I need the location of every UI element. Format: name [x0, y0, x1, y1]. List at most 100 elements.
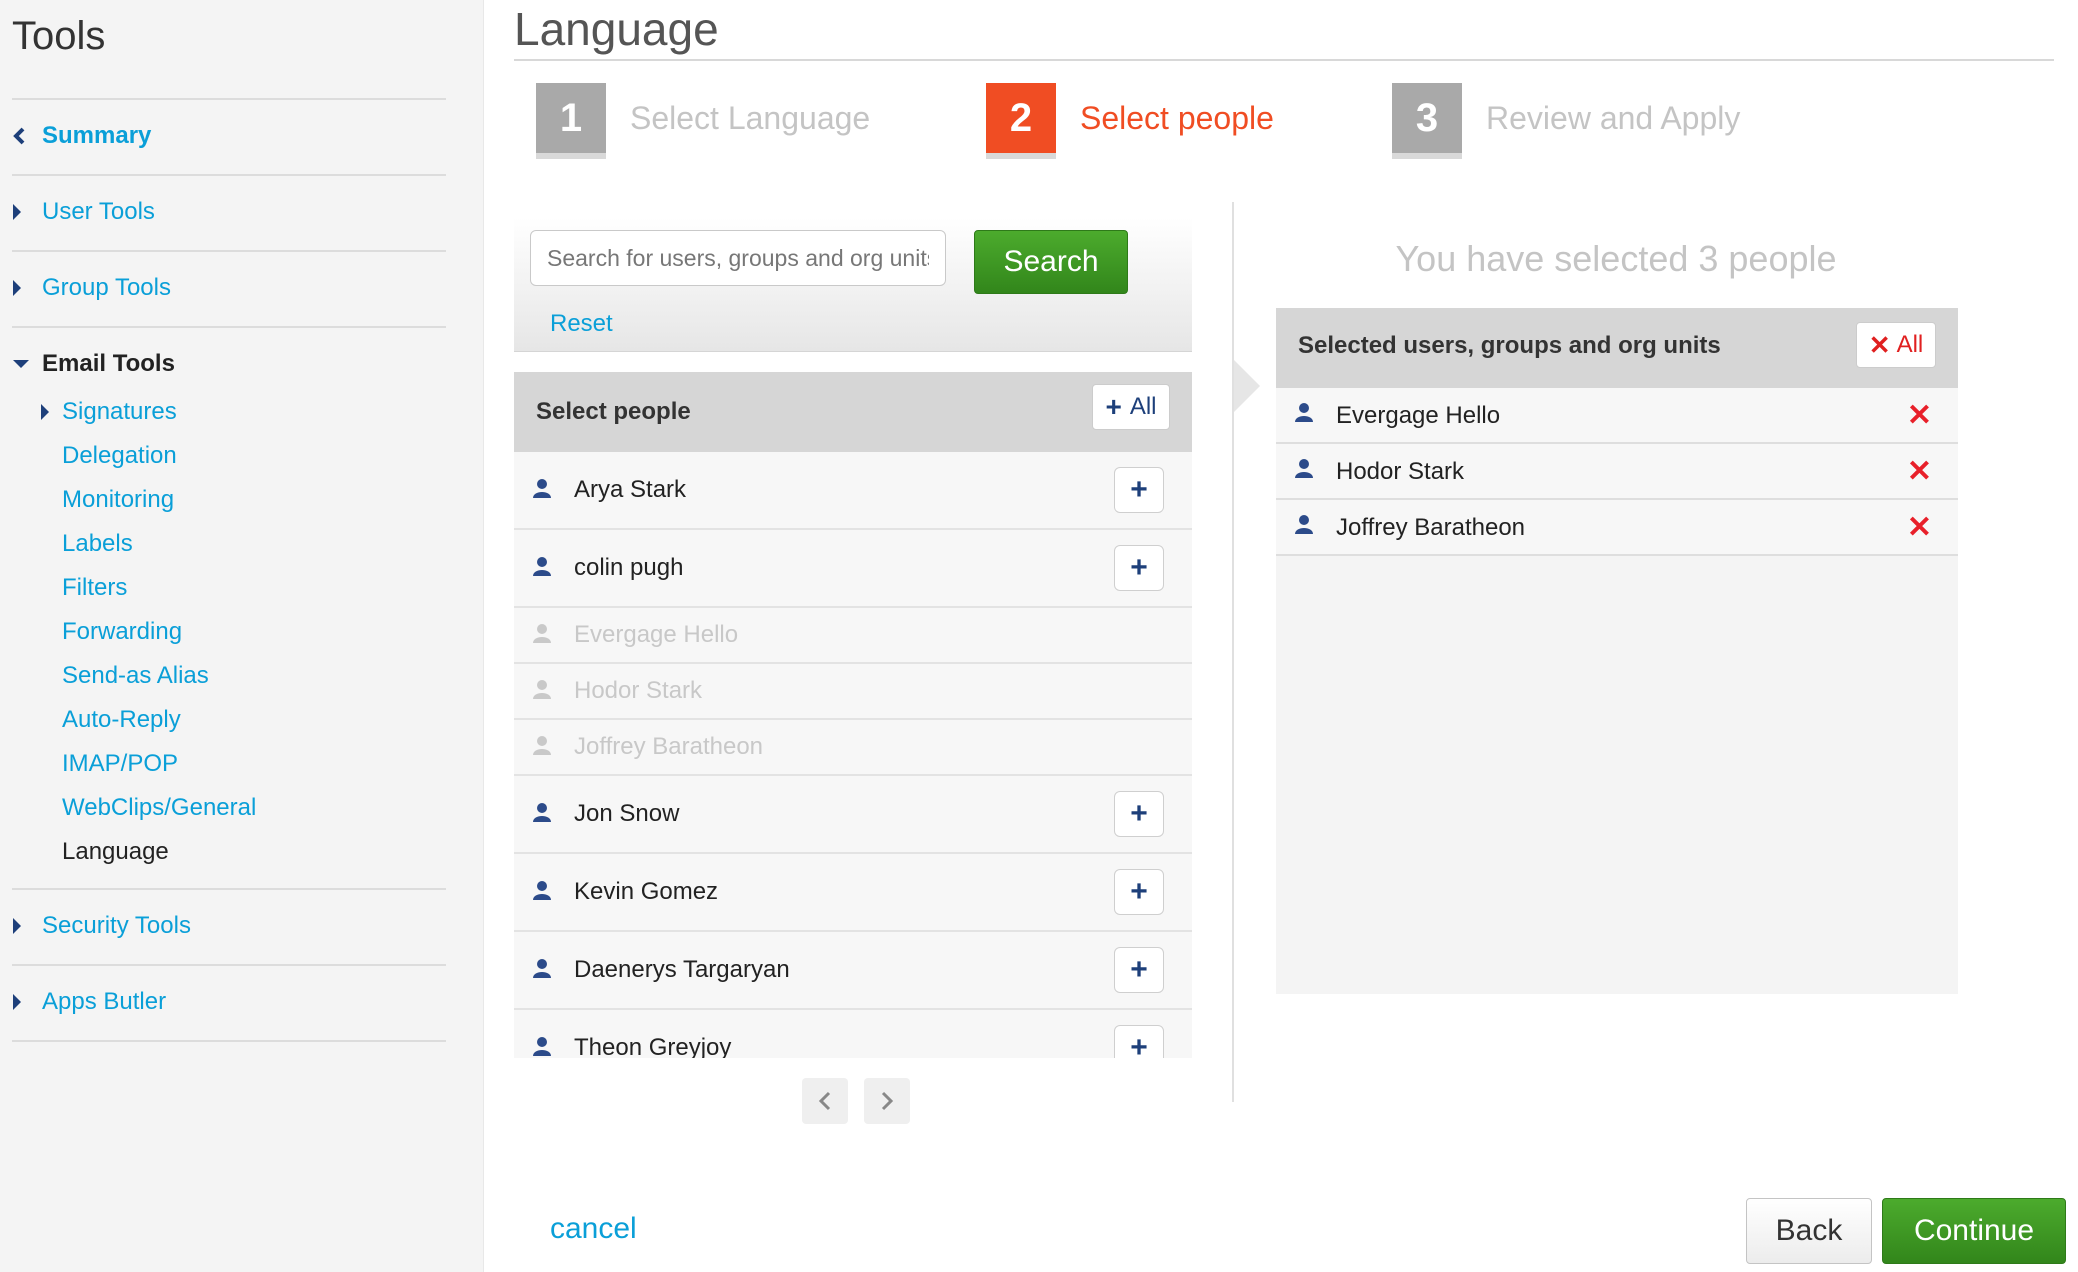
list-item: Joffrey Baratheon: [514, 720, 1192, 776]
sidebar-item-label: Apps Butler: [42, 988, 167, 1015]
person-name: Evergage Hello: [574, 621, 739, 648]
add-person-button[interactable]: +: [1114, 1025, 1164, 1058]
add-person-button[interactable]: +: [1114, 947, 1164, 993]
sidebar-item-label: Security Tools: [42, 912, 191, 939]
user-icon: [1294, 458, 1314, 483]
people-list: Arya Stark + colin pugh + Evergage Hello…: [514, 452, 1192, 1058]
sidebar-item-forwarding[interactable]: Forwarding: [62, 615, 182, 649]
selected-person-name: Joffrey Baratheon: [1336, 514, 1526, 541]
people-list-header: Select people + All: [514, 372, 1192, 452]
list-item: Joffrey Baratheon ✕: [1276, 500, 1958, 556]
person-name: colin pugh: [574, 554, 684, 581]
sidebar-item-label: Group Tools: [42, 274, 171, 301]
user-icon: [532, 735, 552, 760]
add-all-button[interactable]: + All: [1092, 384, 1170, 430]
list-item: Evergage Hello: [514, 608, 1192, 664]
person-name: Joffrey Baratheon: [574, 733, 764, 760]
selected-panel: Selected users, groups and org units ✕ A…: [1276, 308, 1958, 994]
caret-right-icon: [40, 403, 62, 421]
reset-link[interactable]: Reset: [550, 310, 613, 338]
remove-all-button[interactable]: ✕ All: [1856, 322, 1936, 368]
remove-person-button[interactable]: ✕: [1907, 510, 1932, 545]
search-button[interactable]: Search: [974, 230, 1128, 294]
sidebar-item-language[interactable]: Language: [62, 835, 169, 869]
user-icon: [532, 880, 552, 905]
step-label: Select Language: [630, 99, 871, 136]
person-name: Jon Snow: [574, 800, 680, 827]
sidebar-item-filters[interactable]: Filters: [62, 571, 127, 605]
chevron-left-icon: [818, 1091, 831, 1111]
remove-person-button[interactable]: ✕: [1907, 454, 1932, 489]
selected-person-name: Hodor Stark: [1336, 458, 1465, 485]
add-person-button[interactable]: +: [1114, 467, 1164, 513]
sidebar-item-security-tools[interactable]: Security Tools: [12, 908, 191, 944]
chevron-left-icon: [12, 127, 42, 145]
selected-panel-title: Selected users, groups and org units: [1298, 332, 1721, 359]
list-item: Daenerys Targaryan +: [514, 932, 1192, 1010]
list-item: Theon Greyjoy +: [514, 1010, 1192, 1058]
previous-page-button[interactable]: [802, 1078, 848, 1124]
chevron-right-icon: [881, 1091, 894, 1111]
user-icon: [1294, 514, 1314, 539]
sidebar-item-delegation[interactable]: Delegation: [62, 439, 177, 473]
sidebar-title: Tools: [12, 14, 106, 58]
sidebar: Tools Summary User Tools Group Tools Ema…: [0, 0, 484, 1272]
divider: [12, 964, 446, 966]
add-person-button[interactable]: +: [1114, 791, 1164, 837]
divider: [12, 174, 446, 176]
selected-panel-header: Selected users, groups and org units ✕ A…: [1276, 308, 1958, 388]
remove-person-button[interactable]: ✕: [1907, 398, 1932, 433]
sidebar-item-signatures[interactable]: Signatures: [40, 395, 177, 429]
cancel-link[interactable]: cancel: [550, 1212, 637, 1246]
add-person-button[interactable]: +: [1114, 545, 1164, 591]
user-icon: [532, 556, 552, 581]
sidebar-item-summary[interactable]: Summary: [12, 118, 151, 154]
user-icon: [532, 802, 552, 827]
step-label: Select people: [1080, 99, 1274, 136]
continue-button[interactable]: Continue: [1882, 1198, 2066, 1264]
plus-icon: +: [1105, 391, 1122, 422]
person-name: Theon Greyjoy: [574, 1034, 732, 1058]
user-icon: [532, 958, 552, 983]
user-icon: [1294, 402, 1314, 427]
divider: [514, 59, 2054, 61]
divider: [12, 888, 446, 890]
sidebar-item-auto-reply[interactable]: Auto-Reply: [62, 703, 181, 737]
sidebar-item-group-tools[interactable]: Group Tools: [12, 270, 171, 306]
sidebar-item-label: Email Tools: [42, 350, 175, 377]
divider: [12, 98, 446, 100]
sidebar-item-user-tools[interactable]: User Tools: [12, 194, 155, 230]
back-button[interactable]: Back: [1746, 1198, 1872, 1264]
caret-down-icon: [12, 359, 42, 369]
selected-count-text: You have selected 3 people: [1395, 238, 1837, 279]
person-name: Hodor Stark: [574, 677, 703, 704]
divider: [12, 326, 446, 328]
sidebar-item-webclips-general[interactable]: WebClips/General: [62, 791, 256, 825]
sidebar-item-imap-pop[interactable]: IMAP/POP: [62, 747, 178, 781]
caret-right-icon: [12, 993, 42, 1011]
sidebar-item-labels[interactable]: Labels: [62, 527, 133, 561]
search-input[interactable]: [530, 230, 946, 286]
next-page-button[interactable]: [864, 1078, 910, 1124]
user-icon: [532, 623, 552, 648]
sidebar-item-send-as-alias[interactable]: Send-as Alias: [62, 659, 209, 693]
sidebar-item-apps-butler[interactable]: Apps Butler: [12, 984, 166, 1020]
sidebar-item-email-tools[interactable]: Email Tools: [12, 346, 175, 382]
step-number: 3: [1392, 83, 1462, 153]
user-icon: [532, 478, 552, 503]
list-item: Jon Snow +: [514, 776, 1192, 854]
add-person-button[interactable]: +: [1114, 869, 1164, 915]
sidebar-item-label: Signatures: [62, 398, 177, 425]
list-item: Hodor Stark: [514, 664, 1192, 720]
person-name: Kevin Gomez: [574, 878, 719, 905]
caret-right-icon: [12, 203, 42, 221]
step-2: 2 Select people: [986, 78, 1274, 158]
close-icon: ✕: [1868, 329, 1891, 360]
search-panel: Search Reset: [514, 218, 1192, 352]
list-item: Kevin Gomez +: [514, 854, 1192, 932]
sidebar-item-monitoring[interactable]: Monitoring: [62, 483, 174, 517]
person-name: Daenerys Targaryan: [574, 956, 790, 983]
caret-right-icon: [12, 917, 42, 935]
caret-right-icon: [12, 279, 42, 297]
remove-all-label: All: [1896, 331, 1924, 358]
